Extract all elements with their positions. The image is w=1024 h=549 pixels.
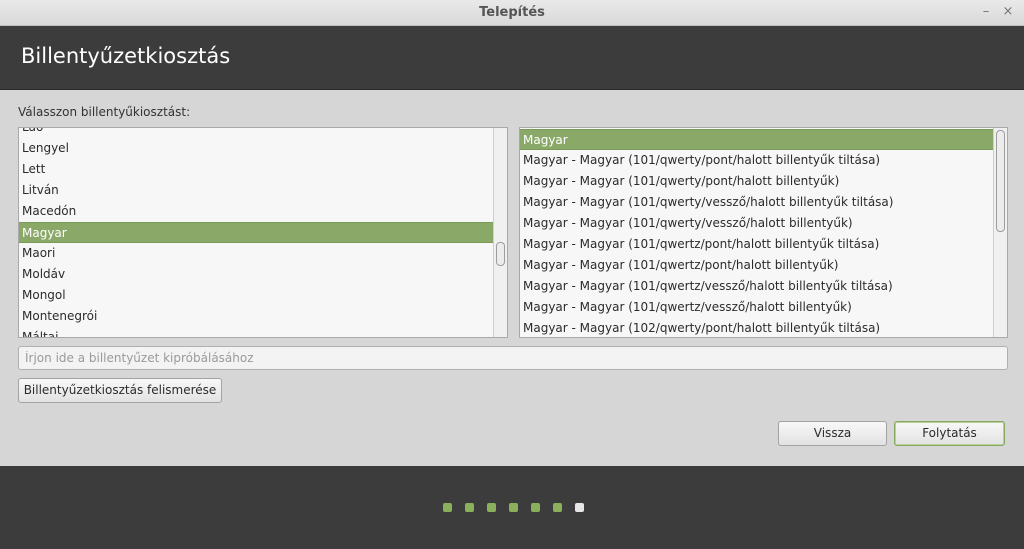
layout-list-scroll-thumb[interactable] — [496, 242, 505, 266]
layout-list-item[interactable]: Montenegrói — [19, 306, 493, 327]
layout-list-scrollbar[interactable] — [493, 128, 507, 337]
layout-list-item[interactable]: Moldáv — [19, 264, 493, 285]
layout-list-item[interactable]: Maori — [19, 243, 493, 264]
variant-list-item[interactable]: Magyar - Magyar (101/qwerty/vessző/halot… — [520, 213, 993, 234]
progress-step-dot — [509, 503, 518, 512]
layout-list-rows: Lao Lengyel Lett Litván Macedón Magyar Maori Mo… — [19, 128, 493, 337]
layout-list-item[interactable]: Macedón — [19, 201, 493, 222]
variant-list-item[interactable]: Magyar - Magyar (101/qwertz/pont/halott … — [520, 234, 993, 255]
detect-layout-button[interactable]: Billentyűzetkiosztás felismerése — [18, 378, 222, 403]
variant-list-item[interactable]: Magyar - Magyar (101/qwerty/pont/halott … — [520, 150, 993, 171]
page-header: Billentyűzetkiosztás — [0, 26, 1024, 90]
variant-list-item[interactable]: Magyar - Magyar (101/qwertz/pont/halott … — [520, 255, 993, 276]
variant-list-scrollbar[interactable] — [993, 128, 1007, 337]
progress-step-dot — [443, 503, 452, 512]
layout-list[interactable]: Lao Lengyel Lett Litván Macedón Magyar Maori Mo… — [18, 127, 508, 338]
keyboard-test-input[interactable] — [18, 346, 1008, 370]
variant-list[interactable]: Magyar Magyar - Magyar (101/qwerty/pont/h… — [519, 127, 1008, 338]
layout-list-item[interactable]: Mongol — [19, 285, 493, 306]
minimize-icon[interactable]: – — [978, 4, 994, 20]
variant-list-scroll-thumb[interactable] — [996, 130, 1005, 232]
variant-list-item[interactable]: Magyar - Magyar (101/qwertz/vessző/halot… — [520, 276, 993, 297]
layout-prompt-label: Válasszon billentyűkiosztást: — [18, 105, 191, 119]
layout-list-item[interactable]: Lao — [19, 128, 493, 138]
variant-list-item[interactable]: Magyar - Magyar (101/qwerty/vessző/halot… — [520, 192, 993, 213]
variant-list-rows: Magyar Magyar - Magyar (101/qwerty/pont/h… — [520, 129, 993, 337]
page-title: Billentyűzetkiosztás — [21, 44, 231, 68]
progress-step-dot — [465, 503, 474, 512]
variant-list-item[interactable]: Magyar - Magyar (101/qwerty/pont/halott … — [520, 171, 993, 192]
back-button[interactable]: Vissza — [778, 421, 887, 446]
progress-step-dot — [553, 503, 562, 512]
layout-list-item[interactable]: Lett — [19, 159, 493, 180]
close-icon[interactable]: × — [1000, 4, 1016, 20]
title-bar: Telepítés – × — [0, 0, 1024, 26]
layout-list-item[interactable]: Magyar — [19, 222, 493, 243]
variant-list-item[interactable]: Magyar - Magyar (102/qwerty/pont/halott … — [520, 318, 993, 337]
progress-step-dot — [575, 503, 584, 512]
variant-list-item[interactable]: Magyar - Magyar (101/qwertz/vessző/halot… — [520, 297, 993, 318]
variant-list-item[interactable]: Magyar — [520, 129, 993, 150]
layout-list-item[interactable]: Máltai — [19, 327, 493, 337]
continue-button[interactable]: Folytatás — [894, 421, 1005, 446]
layout-list-item[interactable]: Litván — [19, 180, 493, 201]
layout-list-item[interactable]: Lengyel — [19, 138, 493, 159]
window-title: Telepítés — [479, 5, 545, 20]
progress-step-dot — [531, 503, 540, 512]
progress-step-dot — [487, 503, 496, 512]
